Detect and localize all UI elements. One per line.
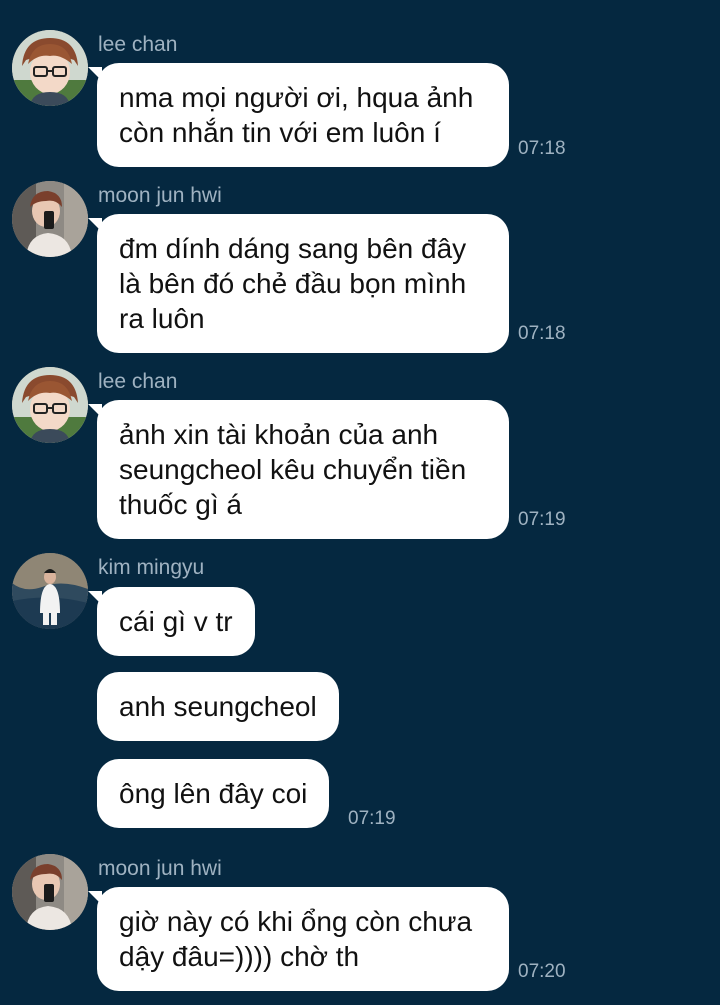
message-bubble[interactable]: giờ này có khi ổng còn chưa dậy đâu=))))… bbox=[88, 887, 509, 991]
message-bubble[interactable]: ảnh xin tài khoản của anh seungcheol kêu… bbox=[88, 400, 509, 539]
message-bubble[interactable]: ông lên đây coi bbox=[97, 759, 330, 828]
message-timestamp: 07:19 bbox=[518, 509, 566, 530]
sender-name: moon jun hwi bbox=[98, 857, 222, 880]
message-timestamp: 07:18 bbox=[518, 323, 566, 344]
lee-chan-avatar[interactable] bbox=[12, 30, 88, 106]
lee-chan-avatar[interactable] bbox=[12, 367, 88, 443]
message-bubble[interactable]: anh seungcheol bbox=[97, 672, 339, 741]
message-timestamp: 07:20 bbox=[518, 961, 566, 982]
moon-jun-hwi-avatar[interactable] bbox=[12, 854, 88, 930]
sender-name: moon jun hwi bbox=[98, 184, 222, 207]
moon-jun-hwi-avatar[interactable] bbox=[12, 181, 88, 257]
message-bubble[interactable]: cái gì v tr bbox=[88, 587, 255, 656]
message-bubble[interactable]: đm dính dáng sang bên đây là bên đó chẻ … bbox=[88, 214, 509, 353]
sender-name: kim mingyu bbox=[98, 556, 205, 579]
message-bubble[interactable]: nma mọi người ơi, hqua ảnh còn nhắn tin … bbox=[88, 63, 509, 167]
message-timestamp: 07:19 bbox=[348, 808, 396, 829]
sender-name: lee chan bbox=[98, 370, 178, 393]
kim-mingyu-avatar[interactable] bbox=[12, 553, 88, 629]
message-timestamp: 07:18 bbox=[518, 138, 566, 159]
sender-name: lee chan bbox=[98, 33, 178, 56]
